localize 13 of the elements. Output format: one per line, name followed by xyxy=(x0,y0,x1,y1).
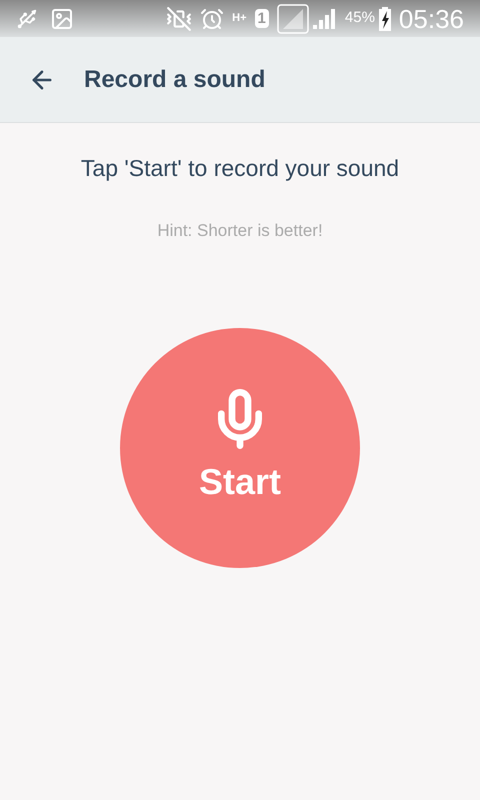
network-type: H+ xyxy=(232,13,247,24)
sim-card: 1 xyxy=(254,9,269,28)
hint-text: Hint: Shorter is better! xyxy=(157,220,323,242)
usb-icon xyxy=(16,8,38,30)
instruction-text: Tap 'Start' to record your sound xyxy=(80,154,400,183)
alarm-icon xyxy=(200,6,224,30)
record-button[interactable]: Start xyxy=(120,328,360,568)
vibrate-off-icon xyxy=(166,6,192,32)
clock: 05:36 xyxy=(398,6,464,32)
battery-percent: 45% xyxy=(344,8,375,28)
image-icon xyxy=(50,6,74,30)
battery-charging-icon xyxy=(378,6,391,30)
app-bar-title: Record a sound xyxy=(84,64,266,94)
